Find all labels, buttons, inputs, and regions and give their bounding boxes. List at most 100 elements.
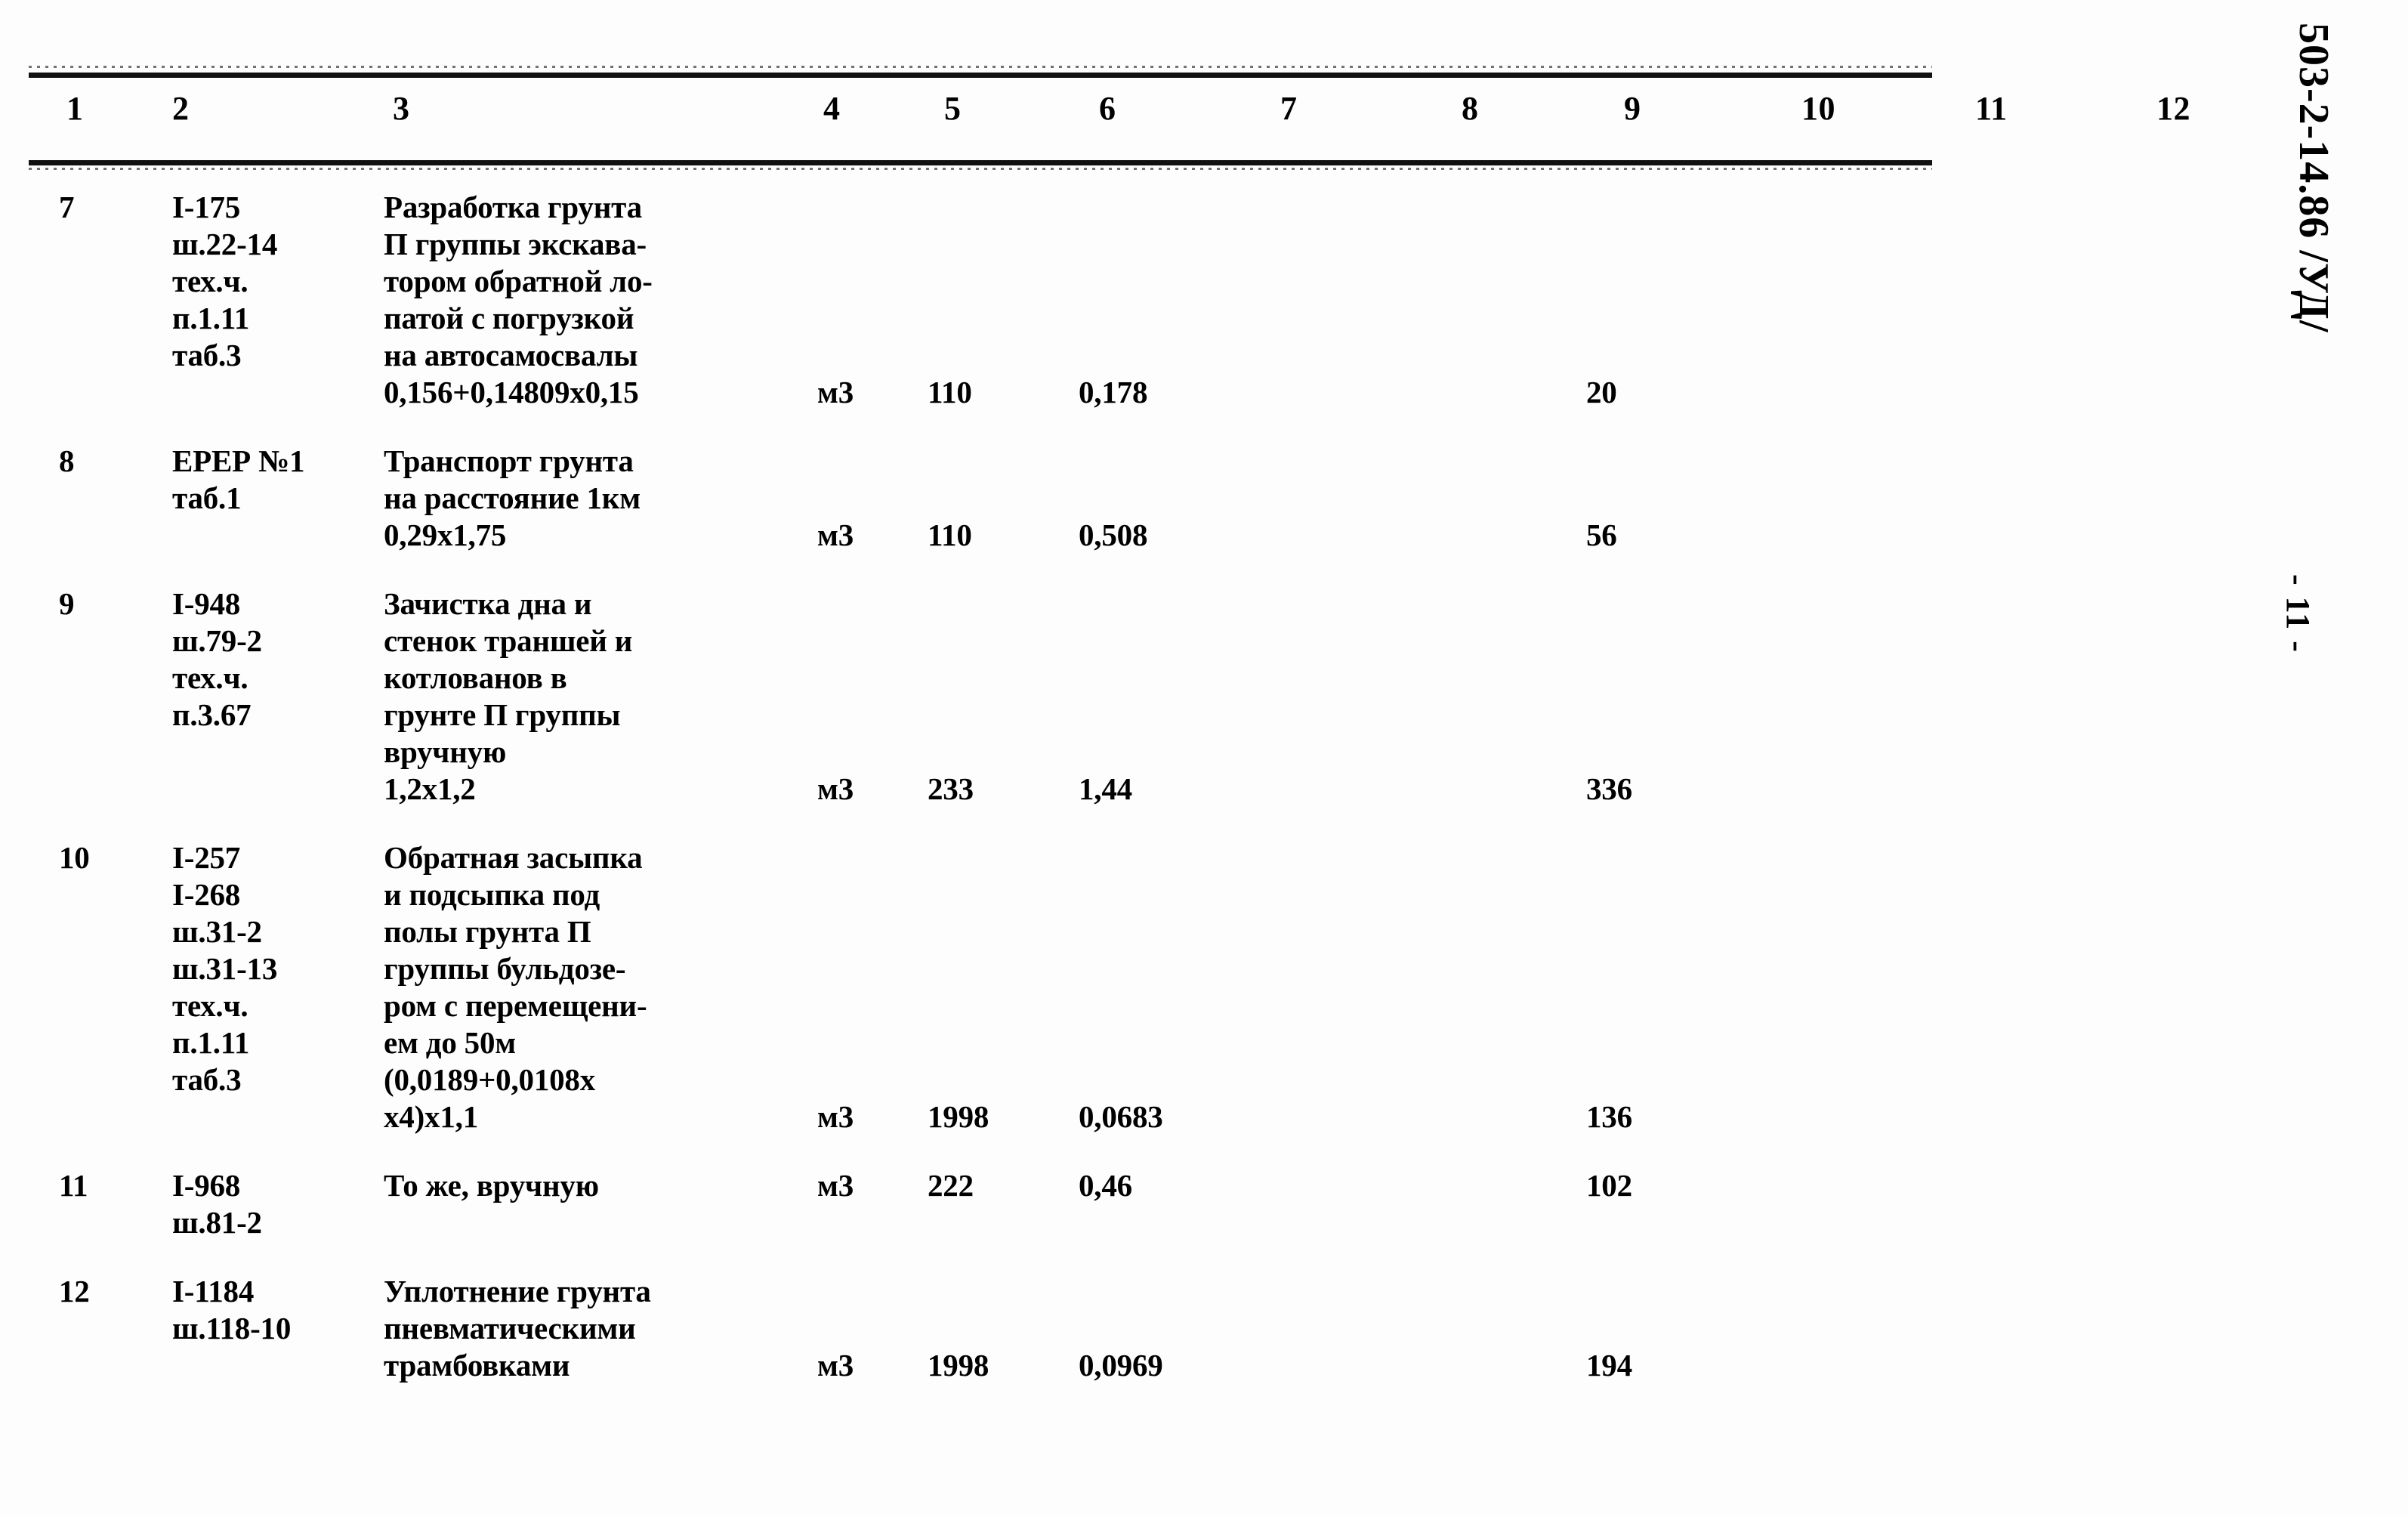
row-description-line: Уплотнение грунта bbox=[384, 1274, 651, 1308]
row-number: 11 bbox=[59, 1168, 88, 1203]
row-code: ЕРЕР №1 таб.1 bbox=[172, 443, 399, 517]
column-header-10: 10 bbox=[1801, 90, 1835, 127]
row-description-line: Обратная засыпка bbox=[384, 840, 643, 875]
row-code-line: ш.118-10 bbox=[172, 1311, 292, 1346]
row-code-line: I-948 bbox=[172, 586, 241, 621]
row-number: 10 bbox=[59, 840, 90, 875]
row-quantity: 1998 bbox=[928, 1348, 989, 1383]
column-header-8: 8 bbox=[1462, 90, 1479, 127]
row-description-line: 0,156+0,14809х0,15 bbox=[384, 375, 639, 409]
row-description-line: То же, вручную bbox=[384, 1168, 599, 1203]
table-body: 7 I-175 ш.22-14 тех.ч. п.1.11 таб.3 Разработка… bbox=[0, 189, 1964, 1416]
row-code: I-257 I-268 ш.31-2 ш.31-13 тех.ч. п.1.11 таб.3 bbox=[172, 839, 399, 1098]
row-description-line: вручную bbox=[384, 734, 507, 769]
row-code-line: п.1.11 bbox=[172, 301, 250, 335]
row-code-line: тех.ч. bbox=[172, 988, 249, 1023]
column-header-6: 6 bbox=[1099, 90, 1116, 127]
row-unit: м3 bbox=[817, 518, 854, 552]
table-row: 10 I-257 I-268 ш.31-2 ш.31-13 тех.ч. п.1.11 таб… bbox=[0, 839, 1964, 1167]
column-header-4: 4 bbox=[823, 90, 841, 127]
row-total: 20 bbox=[1586, 375, 1617, 409]
row-description-line: 1,2х1,2 bbox=[384, 771, 476, 806]
row-description-line: ром с перемещени- bbox=[384, 988, 647, 1023]
row-code-line: тех.ч. bbox=[172, 660, 249, 695]
row-price: 0,0683 bbox=[1079, 1099, 1163, 1134]
row-description-line: и подсыпка под bbox=[384, 877, 600, 912]
row-code-line: ЕРЕР №1 bbox=[172, 443, 305, 478]
table-row: 7 I-175 ш.22-14 тех.ч. п.1.11 таб.3 Разработка… bbox=[0, 189, 1964, 443]
row-description-line: 0,29х1,75 bbox=[384, 518, 507, 552]
column-header-12: 12 bbox=[2156, 90, 2190, 127]
row-total: 56 bbox=[1586, 518, 1617, 552]
row-description-line: патой с погрузкой bbox=[384, 301, 634, 335]
scanned-document-page: 1 2 3 4 5 6 7 8 9 10 11 12 7 I-175 ш.22-14 тех.ч. п.1.1… bbox=[0, 0, 2408, 1517]
row-code-line: ш.31-2 bbox=[172, 914, 262, 949]
row-description: Транспорт грунта на расстояние 1км 0,29х1,… bbox=[384, 443, 822, 554]
row-quantity: 233 bbox=[928, 771, 974, 806]
row-description: То же, вручную bbox=[384, 1167, 822, 1204]
row-code: I-175 ш.22-14 тех.ч. п.1.11 таб.3 bbox=[172, 189, 399, 374]
row-description: Уплотнение грунта пневматическими трамбовк… bbox=[384, 1273, 822, 1384]
row-code-line: п.3.67 bbox=[172, 697, 252, 732]
row-description-line: группы бульдозе- bbox=[384, 951, 626, 986]
column-header-3: 3 bbox=[393, 90, 410, 127]
row-description-line: котлованов в bbox=[384, 660, 567, 695]
row-total: 136 bbox=[1586, 1099, 1632, 1134]
row-unit: м3 bbox=[817, 1348, 854, 1383]
table-header-rule-top bbox=[29, 66, 1932, 78]
row-price: 0,178 bbox=[1079, 375, 1148, 409]
row-description-line: грунте П группы bbox=[384, 697, 621, 732]
row-quantity: 1998 bbox=[928, 1099, 989, 1134]
page-number: - 11 - bbox=[2280, 574, 2317, 653]
row-code-line: I-268 bbox=[172, 877, 241, 912]
column-header-7: 7 bbox=[1280, 90, 1298, 127]
table-header-rule-bottom bbox=[29, 160, 1932, 170]
row-total: 336 bbox=[1586, 771, 1632, 806]
row-number: 9 bbox=[59, 586, 75, 621]
row-total: 194 bbox=[1586, 1348, 1632, 1383]
row-code-line: I-175 bbox=[172, 190, 241, 224]
row-description-line: тором обратной ло- bbox=[384, 264, 653, 298]
row-description-line: на автосамосвалы bbox=[384, 338, 638, 372]
row-code-line: тех.ч. bbox=[172, 264, 249, 298]
table-row: 12 I-1184 ш.118-10 Уплотнение грунта пневмат… bbox=[0, 1273, 1964, 1416]
row-price: 1,44 bbox=[1079, 771, 1132, 806]
table-row: 8 ЕРЕР №1 таб.1 Транспорт грунта на расстоян… bbox=[0, 443, 1964, 585]
row-unit: м3 bbox=[817, 1168, 854, 1203]
row-description-line: трамбовками bbox=[384, 1348, 570, 1383]
document-code-stamp: 503-2-14.86 /УД/ bbox=[2290, 23, 2337, 333]
row-description-line: Зачистка дна и bbox=[384, 586, 592, 621]
row-price: 0,46 bbox=[1079, 1168, 1132, 1203]
row-code-line: таб.3 bbox=[172, 1062, 242, 1097]
row-code-line: ш.79-2 bbox=[172, 623, 262, 658]
column-header-1: 1 bbox=[66, 90, 84, 127]
row-code: I-948 ш.79-2 тех.ч. п.3.67 bbox=[172, 585, 399, 734]
row-number: 12 bbox=[59, 1274, 90, 1308]
row-description: Зачистка дна и стенок траншей и котлованов… bbox=[384, 585, 822, 808]
table-row: 11 I-968 ш.81-2 То же, вручную м3 222 0,46 102 bbox=[0, 1167, 1964, 1273]
row-code-line: ш.81-2 bbox=[172, 1205, 262, 1240]
row-code-line: ш.31-13 bbox=[172, 951, 278, 986]
row-description-line: Разработка грунта bbox=[384, 190, 642, 224]
row-description-line: полы грунта П bbox=[384, 914, 591, 949]
row-description-line: пневматическими bbox=[384, 1311, 636, 1346]
row-code: I-968 ш.81-2 bbox=[172, 1167, 399, 1241]
row-quantity: 222 bbox=[928, 1168, 974, 1203]
table-row: 9 I-948 ш.79-2 тех.ч. п.3.67 Зачистка дна и ст… bbox=[0, 585, 1964, 839]
column-header-11: 11 bbox=[1975, 90, 2008, 127]
column-header-9: 9 bbox=[1624, 90, 1641, 127]
row-code-line: I-257 bbox=[172, 840, 241, 875]
row-quantity: 110 bbox=[928, 375, 972, 409]
row-price: 0,0969 bbox=[1079, 1348, 1163, 1383]
row-description: Обратная засыпка и подсыпка под полы грунт… bbox=[384, 839, 822, 1135]
row-description-line: х4)х1,1 bbox=[384, 1099, 479, 1134]
row-unit: м3 bbox=[817, 375, 854, 409]
row-code-line: таб.1 bbox=[172, 480, 242, 515]
row-code-line: таб.3 bbox=[172, 338, 242, 372]
row-description-line: ем до 50м bbox=[384, 1025, 516, 1060]
row-description-line: стенок траншей и bbox=[384, 623, 633, 658]
row-unit: м3 bbox=[817, 771, 854, 806]
row-code-line: п.1.11 bbox=[172, 1025, 250, 1060]
row-description-line: на расстояние 1км bbox=[384, 480, 641, 515]
row-code-line: ш.22-14 bbox=[172, 227, 278, 261]
